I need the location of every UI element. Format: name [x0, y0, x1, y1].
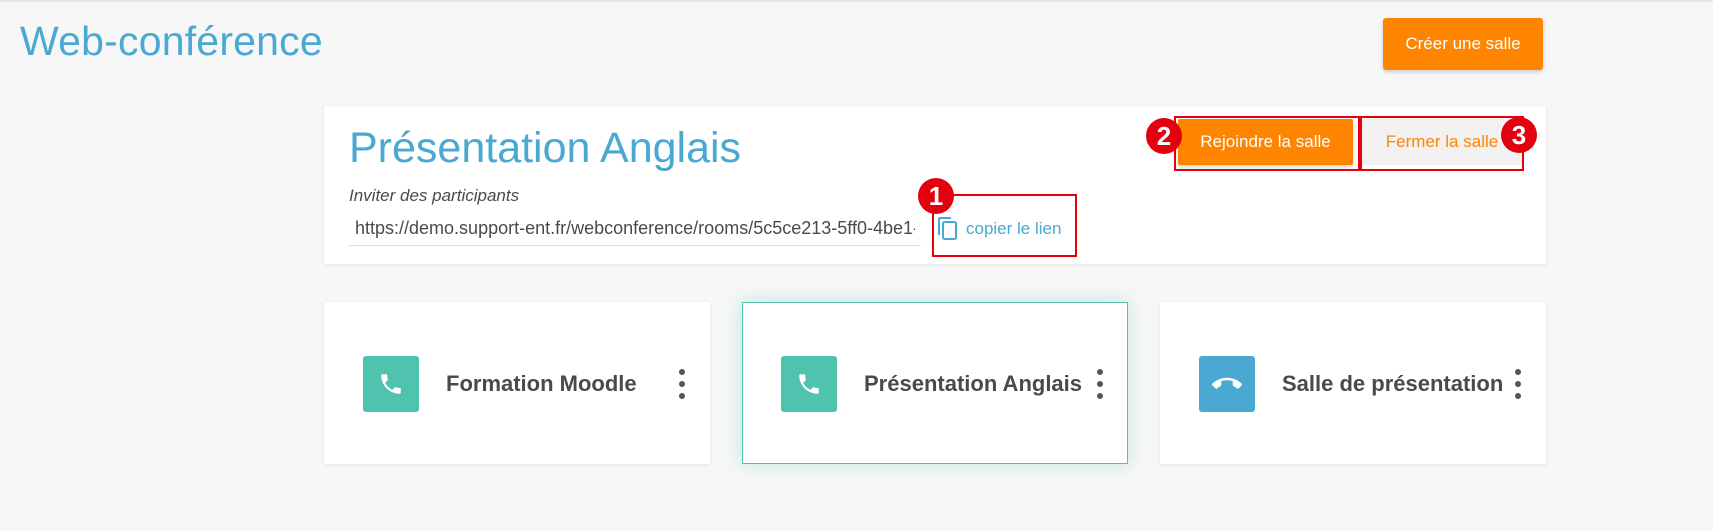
invite-link-field[interactable]	[349, 212, 921, 246]
room-tile-name: Formation Moodle	[446, 371, 637, 396]
room-tile-name: Salle de présentation	[1282, 371, 1504, 396]
invite-label: Inviter des participants	[349, 186, 520, 205]
callout-badge-1: 1	[918, 178, 954, 214]
page-title: Web-conférence	[20, 18, 323, 64]
room-title: Présentation Anglais	[349, 124, 742, 172]
phone-icon	[781, 356, 837, 412]
room-tile-formation-moodle[interactable]: Formation Moodle	[324, 302, 710, 464]
copy-link-button[interactable]: copier le lien	[936, 214, 1061, 244]
copy-icon	[938, 217, 957, 240]
top-divider	[0, 0, 1713, 2]
phone-hangup-icon	[1199, 356, 1255, 412]
callout-badge-3: 3	[1501, 117, 1537, 153]
copy-link-label: copier le lien	[966, 219, 1062, 238]
more-options-icon[interactable]	[1513, 369, 1523, 399]
close-room-button[interactable]: Fermer la salle	[1362, 119, 1522, 165]
callout-badge-2: 2	[1146, 118, 1182, 154]
join-room-button[interactable]: Rejoindre la salle	[1178, 119, 1353, 165]
room-tile-name: Présentation Anglais	[864, 371, 1083, 396]
room-tile-presentation-anglais[interactable]: Présentation Anglais	[742, 302, 1128, 464]
more-options-icon[interactable]	[1095, 369, 1105, 399]
room-tile-salle-de-presentation[interactable]: Salle de présentation	[1160, 302, 1546, 464]
create-room-button[interactable]: Créer une salle	[1383, 18, 1543, 70]
more-options-icon[interactable]	[677, 369, 687, 399]
phone-icon	[363, 356, 419, 412]
